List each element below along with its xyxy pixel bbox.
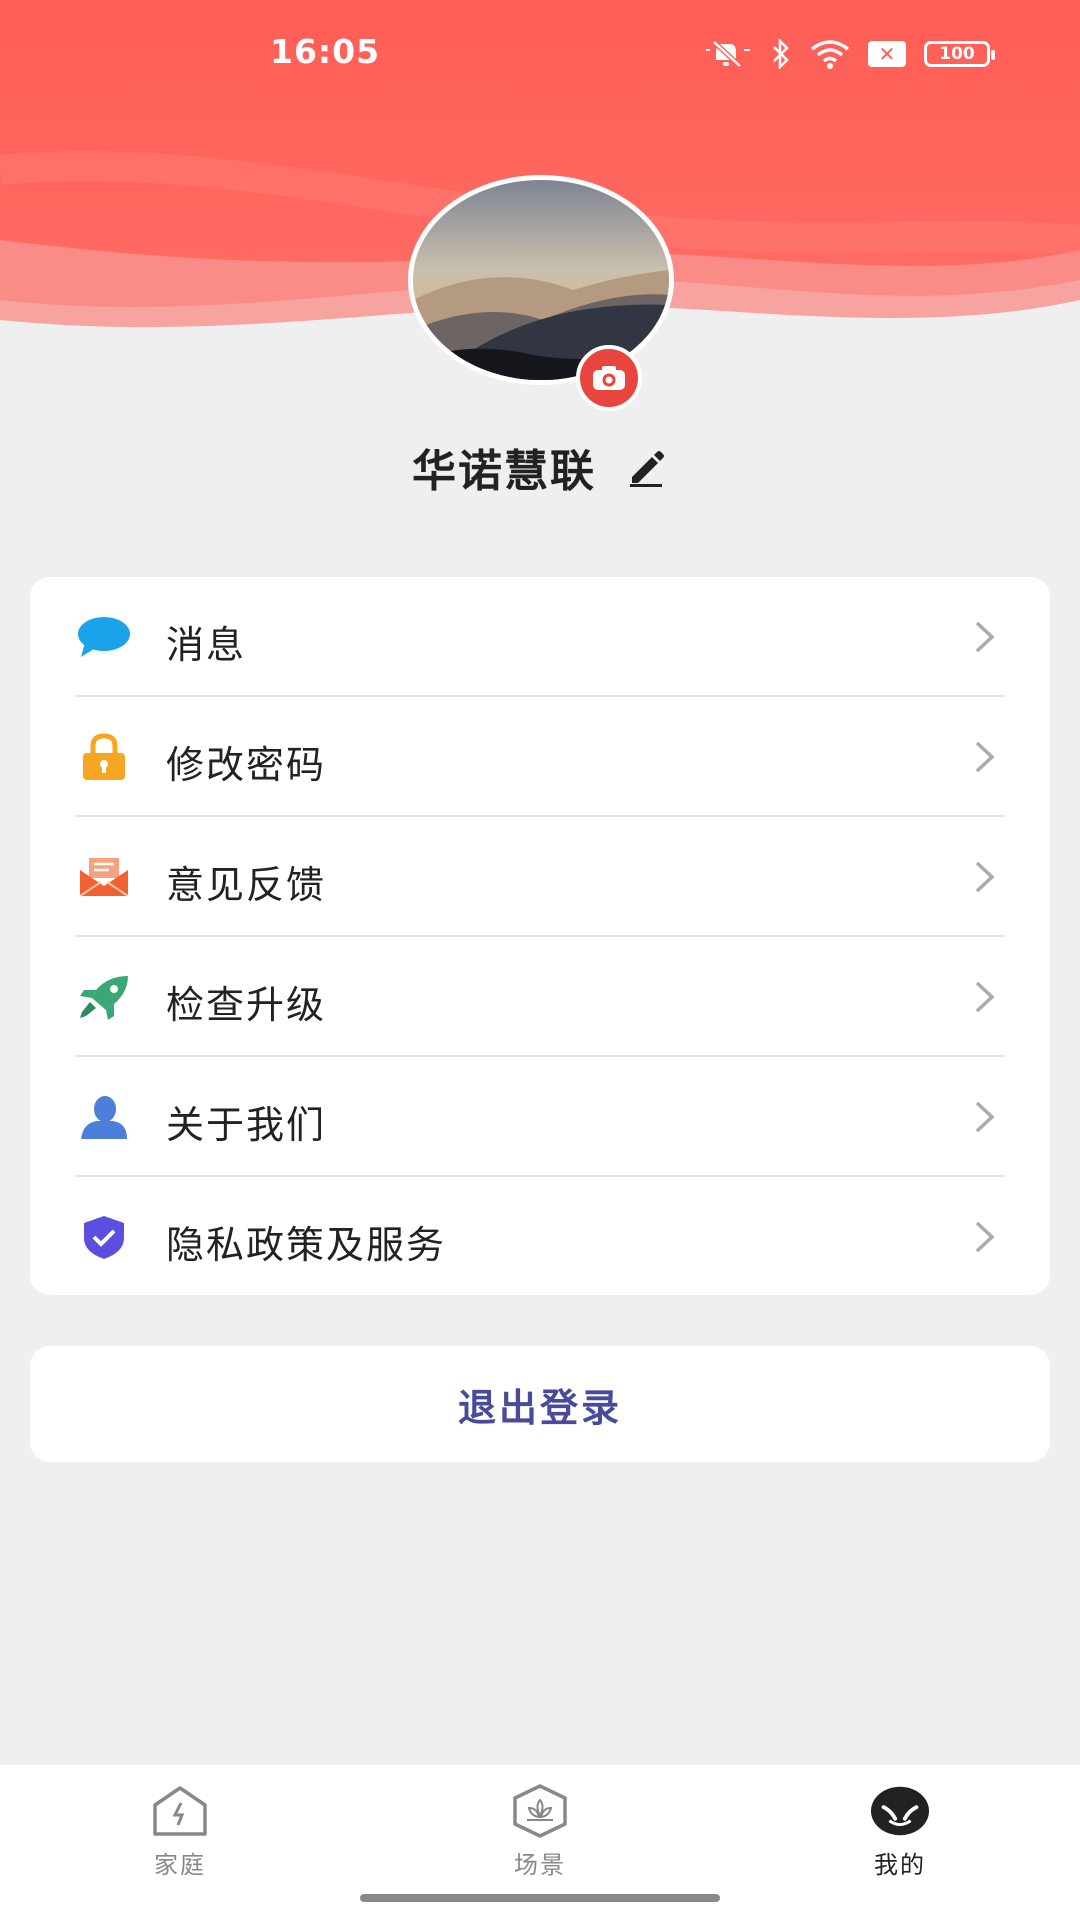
menu-label: 检查升级 <box>166 983 327 1027</box>
profile-name: 华诺慧联 <box>412 446 596 497</box>
wifi-icon <box>810 40 850 69</box>
tab-home[interactable]: 家庭 <box>100 1783 260 1883</box>
menu-label: 意见反馈 <box>166 863 327 907</box>
battery-level: 100 <box>939 44 975 64</box>
battery-icon: 100 <box>924 41 995 67</box>
chevron-right-icon <box>975 1101 995 1133</box>
tab-label: 家庭 <box>154 1851 206 1879</box>
lock-icon <box>76 733 132 781</box>
tab-label: 我的 <box>874 1851 926 1879</box>
settings-menu: 消息 修改密码 意见反馈 检查升级 关于我们 隐私政策及服务 <box>30 577 1050 1295</box>
chevron-right-icon <box>975 1221 995 1253</box>
status-icons: ✕ 100 <box>704 34 995 74</box>
menu-label: 消息 <box>166 623 247 667</box>
profile-face-icon <box>870 1783 930 1839</box>
menu-label: 修改密码 <box>166 743 327 787</box>
pencil-icon <box>630 451 664 487</box>
camera-icon <box>593 366 625 390</box>
shield-check-icon <box>76 1213 132 1261</box>
menu-item-privacy-policy[interactable]: 隐私政策及服务 <box>30 1177 1050 1297</box>
landscape-avatar <box>413 180 669 380</box>
home-indicator <box>360 1894 720 1902</box>
menu-label: 关于我们 <box>166 1103 327 1147</box>
status-time: 16:05 <box>270 32 381 71</box>
menu-item-messages[interactable]: 消息 <box>30 577 1050 697</box>
avatar-area <box>408 175 674 411</box>
menu-item-about-us[interactable]: 关于我们 <box>30 1057 1050 1177</box>
profile-name-row: 华诺慧联 <box>0 435 1080 499</box>
bluetooth-icon <box>773 39 789 69</box>
logout-label: 退出登录 <box>457 1385 622 1430</box>
menu-item-change-password[interactable]: 修改密码 <box>30 697 1050 817</box>
scene-icon <box>510 1783 570 1839</box>
chevron-right-icon <box>975 981 995 1013</box>
edit-name-button[interactable] <box>624 445 668 489</box>
menu-label: 隐私政策及服务 <box>166 1223 447 1267</box>
tab-scene[interactable]: 场景 <box>460 1783 620 1883</box>
status-bar: 16:05 ✕ 100 <box>0 0 1080 110</box>
chevron-right-icon <box>975 741 995 773</box>
home-icon <box>150 1783 210 1839</box>
menu-item-feedback[interactable]: 意见反馈 <box>30 817 1050 937</box>
camera-button[interactable] <box>576 345 642 411</box>
message-bubble-icon <box>76 613 132 661</box>
chevron-right-icon <box>975 861 995 893</box>
rocket-icon <box>76 973 132 1021</box>
avatar[interactable] <box>408 175 674 385</box>
envelope-icon <box>76 853 132 901</box>
person-icon <box>76 1093 132 1141</box>
tab-label: 场景 <box>514 1851 566 1879</box>
no-sim-icon: ✕ <box>868 41 906 67</box>
logout-button[interactable]: 退出登录 <box>30 1346 1050 1462</box>
chevron-right-icon <box>975 621 995 653</box>
tab-mine[interactable]: 我的 <box>820 1783 980 1883</box>
mute-icon <box>706 40 750 68</box>
menu-item-check-update[interactable]: 检查升级 <box>30 937 1050 1057</box>
